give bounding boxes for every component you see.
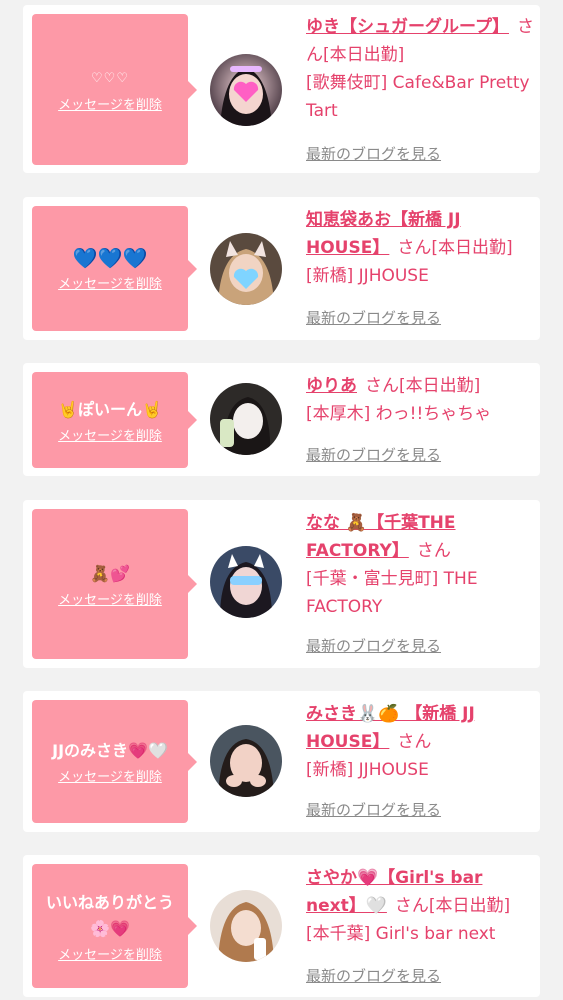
latest-blog-link[interactable]: 最新のブログを見る xyxy=(306,635,441,656)
message-card: JJのみさき💗🤍 メッセージを削除 みさき🐰🍊 【新橋 JJ HOUSE】 さん … xyxy=(23,691,540,832)
message-card: 🤘ぽいーん🤘 メッセージを削除 ゆりあ さん[本日出勤] [本厚木] わっ!!ちゃ… xyxy=(23,363,540,476)
delete-message-link[interactable]: メッセージを削除 xyxy=(58,273,162,292)
cast-name-link[interactable]: ゆき【シュガーグループ】 xyxy=(306,17,509,37)
message-bubble: いいねありがとう🌸💗 メッセージを削除 xyxy=(32,864,197,988)
cast-info: 知恵袋あお【新橋 JJ HOUSE】 さん[本日出勤] [新橋] JJHOUSE xyxy=(306,206,536,290)
message-card: 🧸💕 メッセージを削除 なな 🧸【千葉THE FACTORY】 さん [千葉・富士… xyxy=(23,500,540,668)
area-label: [新橋] JJHOUSE xyxy=(306,760,429,780)
message-text: ♡♡♡ xyxy=(91,71,129,86)
avatar[interactable] xyxy=(210,233,282,305)
cast-info: ゆき【シュガーグループ】 さん[本日出勤] [歌舞伎町] Cafe&Bar Pre… xyxy=(306,13,536,125)
avatar-image xyxy=(210,383,282,455)
cast-info: なな 🧸【千葉THE FACTORY】 さん [千葉・富士見町] THE FACT… xyxy=(306,509,536,621)
avatar[interactable] xyxy=(210,546,282,618)
cast-info: ゆりあ さん[本日出勤] [本厚木] わっ!!ちゃちゃ xyxy=(306,372,536,428)
avatar[interactable] xyxy=(210,54,282,126)
san-label: さん xyxy=(397,732,432,752)
latest-blog-link[interactable]: 最新のブログを見る xyxy=(306,799,441,820)
message-bubble: JJのみさき💗🤍 メッセージを削除 xyxy=(32,700,197,823)
status-label: [本日出勤] xyxy=(428,896,511,916)
cast-info: みさき🐰🍊 【新橋 JJ HOUSE】 さん [新橋] JJHOUSE xyxy=(306,700,536,784)
latest-blog-link[interactable]: 最新のブログを見る xyxy=(306,143,441,164)
area-label: [千葉・富士見町] THE FACTORY xyxy=(306,569,478,617)
avatar[interactable] xyxy=(210,725,282,797)
san-label: さん xyxy=(397,238,432,258)
message-text: 💙💙💙 xyxy=(72,246,148,270)
latest-blog-link[interactable]: 最新のブログを見る xyxy=(306,444,441,465)
message-bubble: 🧸💕 メッセージを削除 xyxy=(32,509,197,659)
message-text: いいねありがとう🌸💗 xyxy=(45,892,174,938)
message-card: 💙💙💙 メッセージを削除 知恵袋あお【新橋 JJ HOUSE】 さん[本日出勤] … xyxy=(23,197,540,340)
message-bubble: 💙💙💙 メッセージを削除 xyxy=(32,206,197,331)
message-card: いいねありがとう🌸💗 メッセージを削除 さやか💗【Girl's bar next… xyxy=(23,855,540,997)
area-label: [歌舞伎町] Cafe&Bar Pretty Tart xyxy=(306,73,530,121)
area-label: [本厚木] わっ!!ちゃちゃ xyxy=(306,404,492,424)
san-label: さん xyxy=(394,896,429,916)
avatar-image xyxy=(210,233,282,305)
message-text: 🤘ぽいーん🤘 xyxy=(58,399,162,419)
san-label: さん xyxy=(416,541,451,561)
status-label: [本日出勤] xyxy=(431,238,513,258)
avatar-image xyxy=(210,54,282,126)
avatar-image xyxy=(210,725,282,797)
delete-message-link[interactable]: メッセージを削除 xyxy=(58,94,162,113)
delete-message-link[interactable]: メッセージを削除 xyxy=(58,766,162,785)
avatar-image xyxy=(210,546,282,618)
message-bubble: ♡♡♡ メッセージを削除 xyxy=(32,14,197,165)
avatar[interactable] xyxy=(210,890,282,962)
message-text: JJのみさき💗🤍 xyxy=(52,741,168,760)
avatar[interactable] xyxy=(210,383,282,455)
status-label: [本日出勤] xyxy=(399,376,481,396)
delete-message-link[interactable]: メッセージを削除 xyxy=(58,944,162,963)
delete-message-link[interactable]: メッセージを削除 xyxy=(58,425,162,444)
latest-blog-link[interactable]: 最新のブログを見る xyxy=(306,965,441,986)
avatar-image xyxy=(210,890,282,962)
san-label: さん xyxy=(365,376,399,396)
message-text: 🧸💕 xyxy=(90,563,130,583)
cast-name-link[interactable]: みさき🐰🍊 【新橋 JJ HOUSE】 xyxy=(306,704,475,752)
delete-message-link[interactable]: メッセージを削除 xyxy=(58,589,162,608)
area-label: [本千葉] Girl's bar next xyxy=(306,924,496,944)
area-label: [新橋] JJHOUSE xyxy=(306,266,429,286)
cast-info: さやか💗【Girl's bar next】🤍 さん[本日出勤] [本千葉] Gir… xyxy=(306,864,536,948)
cast-name-link[interactable]: ゆりあ xyxy=(306,376,357,396)
status-label: [本日出勤] xyxy=(323,45,405,65)
message-bubble: 🤘ぽいーん🤘 メッセージを削除 xyxy=(32,372,197,468)
latest-blog-link[interactable]: 最新のブログを見る xyxy=(306,307,441,328)
message-card: ♡♡♡ メッセージを削除 ゆき【シュガーグループ】 さん[本日出勤] [歌舞伎町]… xyxy=(23,5,540,173)
